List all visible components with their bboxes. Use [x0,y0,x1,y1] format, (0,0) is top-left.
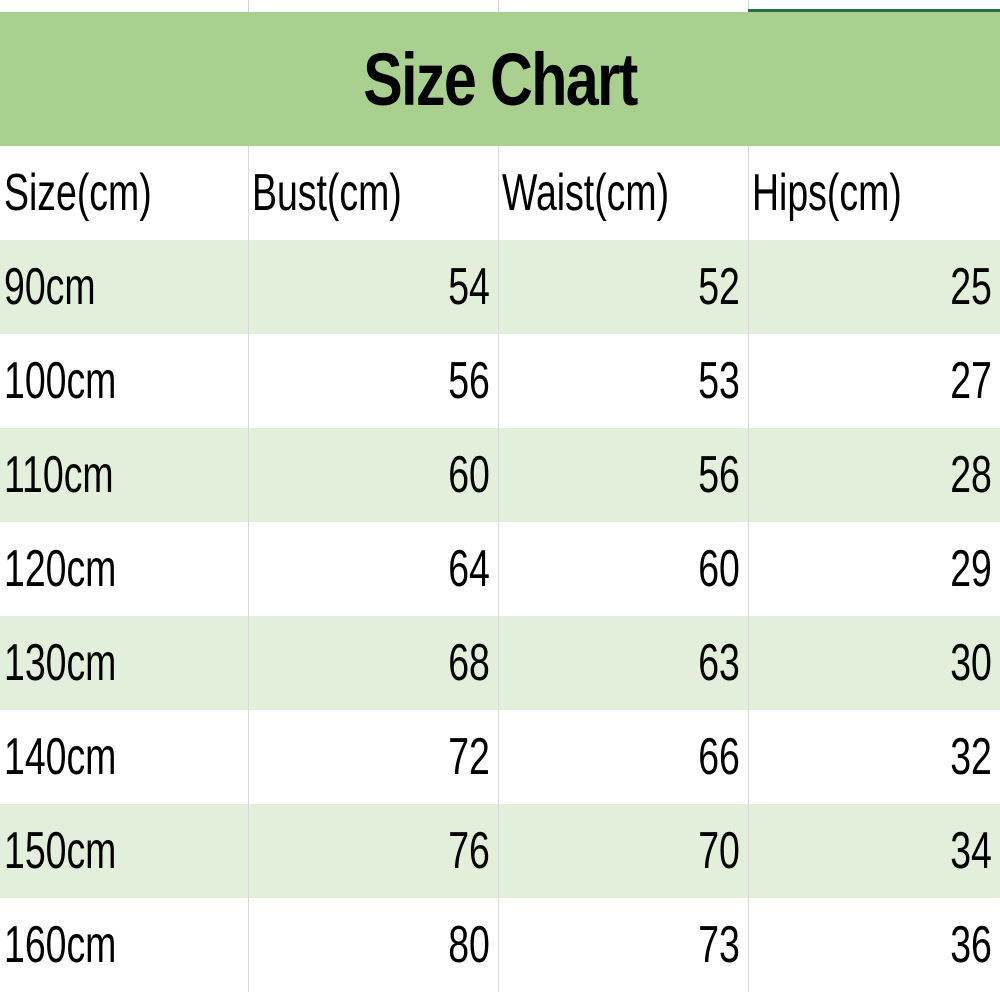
header-cell-hips[interactable]: Hips(cm) [748,146,1000,240]
size-cell[interactable]: 90cm [0,240,248,334]
header-cell-waist[interactable]: Waist(cm) [498,146,748,240]
column-gridline [748,146,749,992]
table-row: 130cm 68 63 30 [0,616,1000,710]
page-title: Size Chart [363,37,638,121]
size-cell[interactable]: 130cm [0,616,248,710]
header-cell-bust[interactable]: Bust(cm) [248,146,498,240]
bust-cell[interactable]: 72 [248,710,498,804]
hips-cell[interactable]: 30 [748,616,1000,710]
hips-cell[interactable]: 34 [748,804,1000,898]
bust-cell[interactable]: 68 [248,616,498,710]
size-cell[interactable]: 140cm [0,710,248,804]
waist-cell[interactable]: 56 [498,428,748,522]
bust-cell[interactable]: 76 [248,804,498,898]
size-cell[interactable]: 150cm [0,804,248,898]
size-cell[interactable]: 100cm [0,334,248,428]
table-row: 140cm 72 66 32 [0,710,1000,804]
waist-cell[interactable]: 66 [498,710,748,804]
bust-cell[interactable]: 56 [248,334,498,428]
hips-cell[interactable]: 32 [748,710,1000,804]
column-divider [248,0,249,12]
waist-cell[interactable]: 60 [498,522,748,616]
hips-cell[interactable]: 36 [748,898,1000,992]
column-gridline [248,146,249,992]
waist-cell[interactable]: 52 [498,240,748,334]
table-header-row: Size(cm) Bust(cm) Waist(cm) Hips(cm) [0,146,1000,240]
table-row: 150cm 76 70 34 [0,804,1000,898]
column-gridline [498,146,499,992]
waist-cell[interactable]: 53 [498,334,748,428]
bust-cell[interactable]: 80 [248,898,498,992]
table-row: 110cm 60 56 28 [0,428,1000,522]
hips-cell[interactable]: 28 [748,428,1000,522]
bust-cell[interactable]: 60 [248,428,498,522]
size-cell[interactable]: 120cm [0,522,248,616]
table-row: 100cm 56 53 27 [0,334,1000,428]
waist-cell[interactable]: 73 [498,898,748,992]
header-cell-size[interactable]: Size(cm) [0,146,248,240]
hips-cell[interactable]: 29 [748,522,1000,616]
table-row: 160cm 80 73 36 [0,898,1000,992]
table-row: 90cm 54 52 25 [0,240,1000,334]
waist-cell[interactable]: 70 [498,804,748,898]
title-merged-cell[interactable]: Size Chart [0,12,1000,146]
bust-cell[interactable]: 54 [248,240,498,334]
hips-cell[interactable]: 25 [748,240,1000,334]
hips-cell[interactable]: 27 [748,334,1000,428]
table-row: 120cm 64 60 29 [0,522,1000,616]
waist-cell[interactable]: 63 [498,616,748,710]
column-divider [498,0,499,12]
size-cell[interactable]: 160cm [0,898,248,992]
bust-cell[interactable]: 64 [248,522,498,616]
size-cell[interactable]: 110cm [0,428,248,522]
spreadsheet: Size Chart Size(cm) Bust(cm) Waist(cm) H… [0,0,1000,1000]
